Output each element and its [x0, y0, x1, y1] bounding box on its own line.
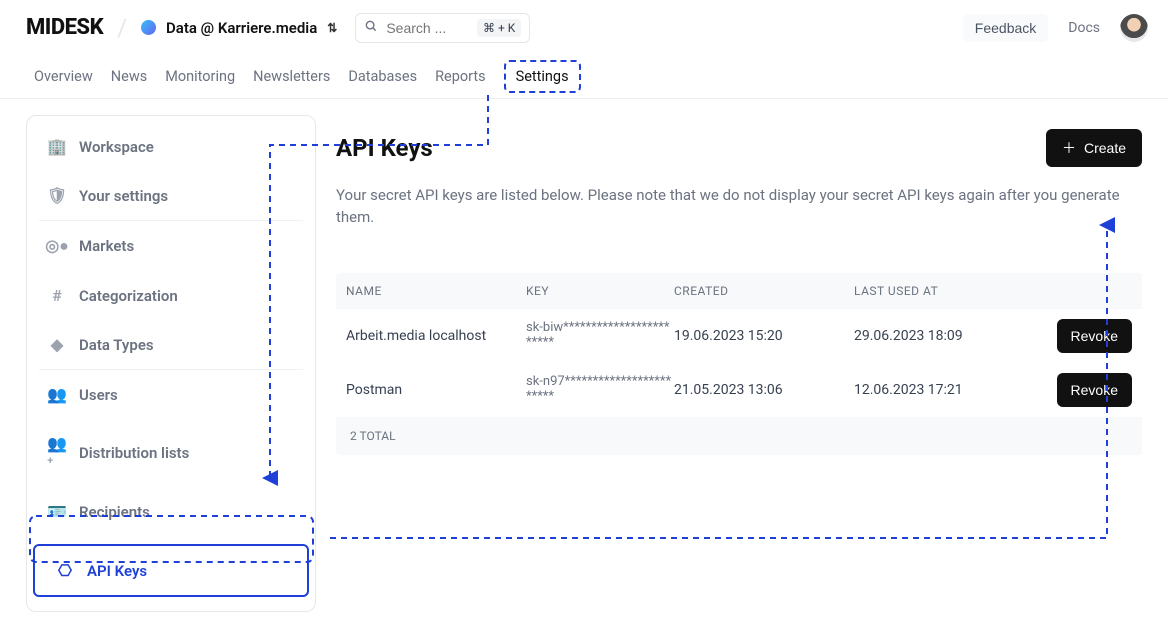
tab-newsletters[interactable]: Newsletters: [253, 58, 330, 95]
table-row: Arbeit.media localhost sk-biw***********…: [336, 309, 1142, 363]
sidebar-item-recipients[interactable]: 🪪 Recipients: [27, 487, 315, 536]
docs-link[interactable]: Docs: [1068, 20, 1100, 36]
sidebar-item-label: Users: [79, 386, 118, 404]
col-header-last-used: LAST USED AT: [854, 284, 1034, 298]
page-header: API Keys ＋ Create: [336, 129, 1142, 167]
workspace-selector[interactable]: Data @ Karriere.media ⇅: [141, 19, 337, 37]
sidebar-item-markets[interactable]: ◎● Markets: [27, 221, 315, 271]
sidebar-item-label: Recipients: [79, 503, 150, 521]
cell-name: Arbeit.media localhost: [346, 328, 526, 344]
shapes-icon: ◆: [47, 335, 67, 354]
sidebar-item-label: Distribution lists: [79, 444, 189, 462]
shield-check-icon: 🛡: [47, 186, 67, 205]
sidebar-item-data-types[interactable]: ◆ Data Types: [27, 320, 315, 369]
search-input[interactable]: [386, 20, 477, 36]
sidebar-item-workspace[interactable]: 🏢 Workspace: [27, 122, 315, 171]
badge-icon: 🪪: [47, 502, 67, 521]
sidebar-item-users[interactable]: 👥 Users: [27, 370, 315, 419]
sidebar-item-your-settings[interactable]: 🛡 Your settings: [27, 171, 315, 220]
api-icon: ⎔: [55, 561, 75, 580]
cell-last-used: 12.06.2023 17:21: [854, 382, 1034, 398]
search-shortcut: ⌘ + K: [477, 19, 521, 37]
tab-databases[interactable]: Databases: [348, 58, 417, 95]
settings-sidebar: 🏢 Workspace 🛡 Your settings ◎● Markets #…: [26, 115, 316, 612]
search-icon: [364, 19, 378, 37]
sidebar-item-label: Categorization: [79, 287, 178, 305]
col-header-created: CREATED: [674, 284, 854, 298]
hash-icon: #: [47, 286, 67, 305]
table-row: Postman sk-n97************************ 2…: [336, 363, 1142, 417]
cell-last-used: 29.06.2023 18:09: [854, 328, 1034, 344]
content: 🏢 Workspace 🛡 Your settings ◎● Markets #…: [0, 99, 1168, 612]
tab-monitoring[interactable]: Monitoring: [165, 58, 235, 95]
divider-slash: /: [117, 14, 127, 42]
revoke-button[interactable]: Revoke: [1057, 373, 1132, 407]
sidebar-item-label: Markets: [79, 237, 134, 255]
search-container[interactable]: ⌘ + K: [355, 13, 530, 43]
workspace-globe-icon: [141, 20, 156, 35]
api-keys-table: NAME KEY CREATED LAST USED AT Arbeit.med…: [336, 273, 1142, 455]
sidebar-item-label: Workspace: [79, 138, 154, 156]
markets-icon: ◎●: [47, 236, 67, 256]
revoke-button[interactable]: Revoke: [1057, 319, 1132, 353]
sidebar-item-label: API Keys: [87, 562, 147, 580]
cell-created: 21.05.2023 13:06: [674, 382, 854, 398]
create-button[interactable]: ＋ Create: [1046, 129, 1142, 167]
table-header: NAME KEY CREATED LAST USED AT: [336, 273, 1142, 309]
feedback-button[interactable]: Feedback: [963, 14, 1048, 42]
sidebar-item-label: Your settings: [79, 187, 168, 205]
create-button-label: Create: [1084, 140, 1126, 156]
sidebar-item-categorization[interactable]: # Categorization: [27, 271, 315, 320]
col-header-actions: [1034, 284, 1132, 298]
group-add-icon: 👥⁺: [47, 434, 67, 472]
cell-created: 19.06.2023 15:20: [674, 328, 854, 344]
col-header-key: KEY: [526, 284, 674, 298]
logo: MIDESK: [26, 15, 103, 40]
tab-news[interactable]: News: [111, 58, 147, 95]
tabs: Overview News Monitoring Newsletters Dat…: [0, 55, 1168, 99]
col-header-name: NAME: [346, 284, 526, 298]
tab-overview[interactable]: Overview: [34, 58, 93, 95]
users-icon: 👥: [47, 385, 67, 404]
topbar: MIDESK / Data @ Karriere.media ⇅ ⌘ + K F…: [0, 0, 1168, 55]
sidebar-item-api-keys[interactable]: ⎔ API Keys: [33, 544, 309, 597]
plus-icon: ＋: [1062, 138, 1076, 158]
avatar[interactable]: [1120, 14, 1148, 42]
cell-name: Postman: [346, 382, 526, 398]
building-icon: 🏢: [47, 137, 67, 156]
sidebar-item-distribution-lists[interactable]: 👥⁺ Distribution lists: [27, 419, 315, 487]
cell-key: sk-biw************************: [526, 321, 674, 351]
page-description: Your secret API keys are listed below. P…: [336, 185, 1142, 229]
workspace-name: Data @ Karriere.media: [166, 19, 317, 37]
main: API Keys ＋ Create Your secret API keys a…: [316, 99, 1168, 612]
cell-key: sk-n97************************: [526, 375, 674, 405]
sidebar-item-label: Data Types: [79, 336, 154, 354]
topbar-right: Feedback Docs: [963, 14, 1148, 42]
table-footer: 2 TOTAL: [336, 417, 1142, 455]
page-title: API Keys: [336, 134, 433, 162]
tab-reports[interactable]: Reports: [435, 58, 486, 95]
tab-settings[interactable]: Settings: [504, 60, 581, 93]
chevron-updown-icon: ⇅: [327, 21, 337, 35]
